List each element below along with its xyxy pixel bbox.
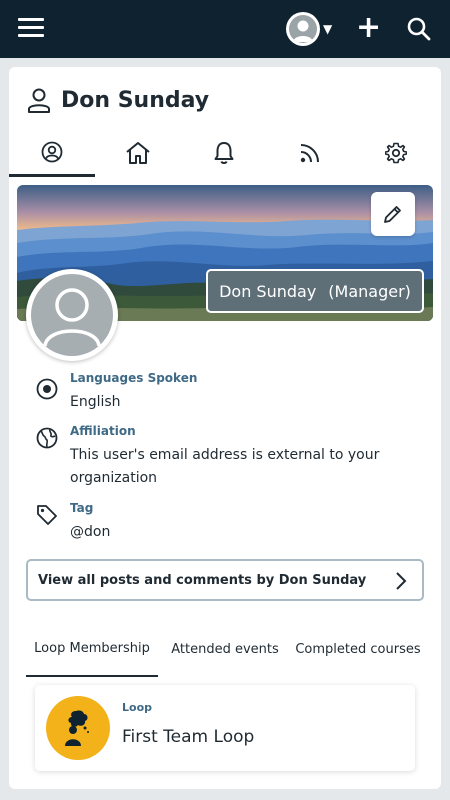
avatar <box>286 12 320 46</box>
affiliation-value: This user's email address is external to… <box>70 447 380 486</box>
add-icon[interactable]: + <box>356 13 381 43</box>
page-title: Don Sunday <box>27 85 209 115</box>
view-all-posts-button[interactable]: View all posts and comments by Don Sunda… <box>26 559 424 601</box>
tab-notifications[interactable] <box>181 129 267 177</box>
user-name-heading: Don Sunday <box>61 87 210 113</box>
profile-avatar <box>26 269 118 361</box>
affiliation-row: Affiliation This user's email address is… <box>35 424 425 486</box>
languages-label: Languages Spoken <box>70 371 198 385</box>
globe-icon <box>35 426 59 450</box>
edit-profile-button[interactable] <box>371 192 415 236</box>
tab-profile[interactable] <box>9 129 95 177</box>
home-icon <box>126 142 150 164</box>
tab-settings[interactable] <box>353 129 439 177</box>
tab-attended-events[interactable]: Attended events <box>159 623 291 677</box>
hamburger-menu-icon[interactable] <box>18 18 44 40</box>
name-role-badge: Don Sunday (Manager) <box>206 269 424 313</box>
membership-tabs: Loop Membership Attended events Complete… <box>26 623 424 677</box>
languages-value: English <box>70 394 121 410</box>
user-icon <box>27 87 51 113</box>
pencil-icon <box>384 206 401 223</box>
account-menu-button[interactable]: ▼ <box>286 12 336 46</box>
profile-tabs <box>9 129 441 177</box>
tag-row: Tag @don <box>35 501 425 543</box>
search-icon[interactable] <box>406 16 432 42</box>
tab-home[interactable] <box>95 129 181 177</box>
tab-completed-courses[interactable]: Completed courses <box>292 623 424 677</box>
badge-name: Don Sunday <box>219 281 317 301</box>
user-circle-icon <box>41 141 63 162</box>
affiliation-label: Affiliation <box>70 424 136 438</box>
rss-icon <box>300 144 319 163</box>
languages-row: Languages Spoken English <box>35 371 425 413</box>
profile-card: Don Sunday Don Sunday (Manager) Language… <box>9 67 441 789</box>
radio-target-icon <box>35 377 59 401</box>
bell-icon <box>214 142 234 164</box>
chevron-down-icon: ▼ <box>323 22 333 36</box>
tag-label: Tag <box>70 501 94 515</box>
loop-avatar-icon <box>46 696 110 760</box>
chevron-right-icon <box>394 571 408 591</box>
gear-icon <box>385 142 407 164</box>
top-app-bar: ▼ + <box>0 0 450 58</box>
tag-icon <box>35 503 59 527</box>
tag-value: @don <box>70 524 111 540</box>
loop-name: First Team Loop <box>122 727 255 747</box>
loop-type-label: Loop <box>122 701 152 714</box>
badge-role: (Manager) <box>328 281 411 301</box>
loop-list-item[interactable]: Loop First Team Loop <box>35 685 415 771</box>
tab-feed[interactable] <box>267 129 353 177</box>
view-all-posts-label: View all posts and comments by Don Sunda… <box>38 572 367 588</box>
tab-loop-membership[interactable]: Loop Membership <box>26 623 158 677</box>
